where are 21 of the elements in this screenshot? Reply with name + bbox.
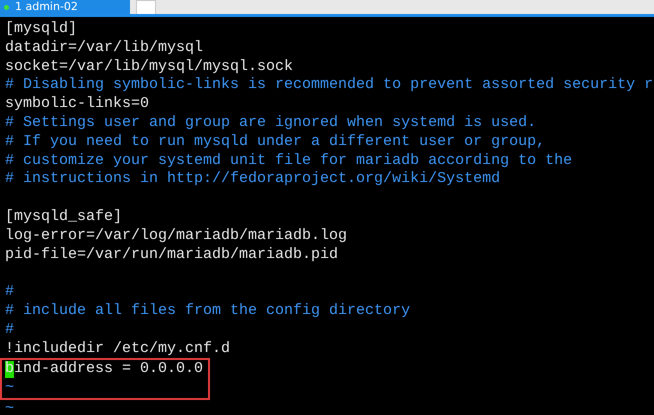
status-dot-icon: [4, 4, 9, 10]
config-line: [mysqld_safe]: [5, 208, 122, 227]
empty-line-marker: ~: [5, 379, 14, 398]
comment-line: # Disabling symbolic-links is recommended to prevent assorted security r: [5, 76, 654, 96]
session-tab[interactable]: 1 admin-02: [0, 0, 130, 14]
config-line: symbolic-links=0: [5, 95, 150, 114]
config-line: socket=/var/lib/mysql/mysql.sock: [5, 58, 294, 76]
comment-line: #: [5, 320, 14, 340]
config-line: [mysqld]: [5, 20, 78, 39]
config-line: log-error=/var/log/mariadb/mariadb.log: [5, 226, 348, 246]
config-line: pid-file=/var/run/mariadb/mariadb.pid: [5, 246, 338, 264]
config-line: datadir=/var/lib/mysql: [5, 38, 204, 58]
comment-line: #: [5, 283, 14, 302]
comment-line: # If you need to run mysqld under a different user or group,: [5, 132, 546, 152]
comment-line: # instructions in http://fedoraproject.org/wiki/Systemd: [5, 170, 500, 190]
empty-line-marker: ~: [5, 400, 14, 415]
session-tab[interactable]: [136, 0, 156, 14]
config-line: !includedir /etc/my.cnf.d: [5, 340, 230, 358]
comment-line: # include all files from the config directory: [5, 302, 410, 321]
comment-line: # customize your systemd unit file for mariadb according to the: [5, 152, 572, 170]
comment-line: # Settings user and group are ignored when systemd is used.: [5, 114, 536, 133]
